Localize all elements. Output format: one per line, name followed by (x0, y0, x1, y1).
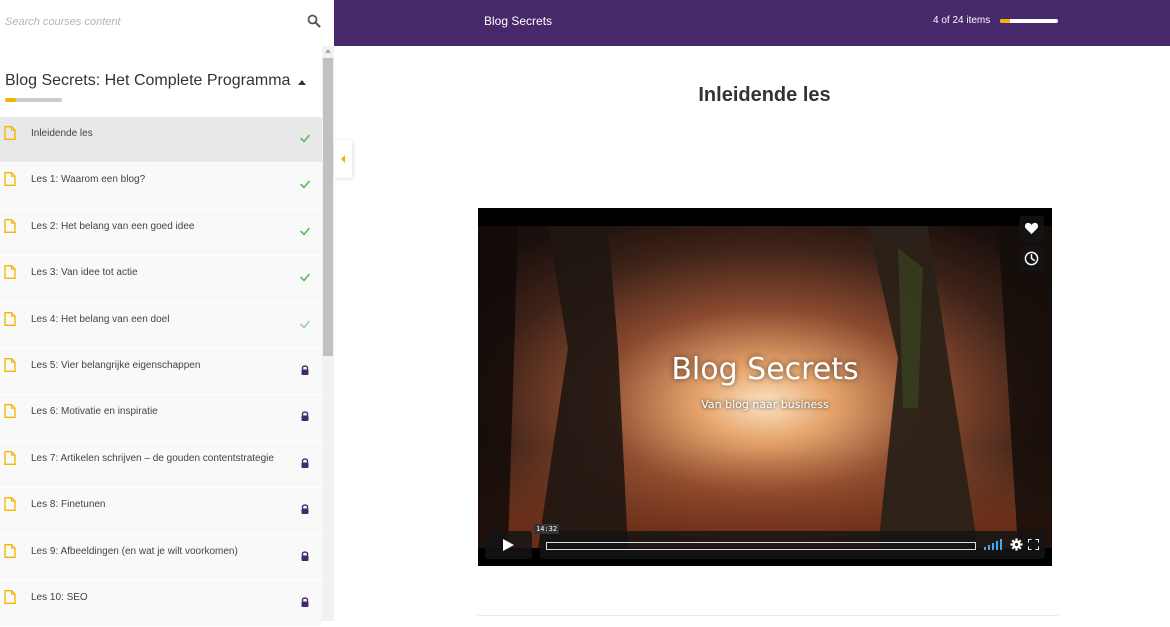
course-topbar: Blog Secrets 4 of 24 items (334, 0, 1170, 46)
lesson-item[interactable]: Les 4: Het belang van een doel (0, 302, 322, 349)
document-icon (4, 126, 16, 140)
section-title: Blog Secrets: Het Complete Programma (5, 72, 291, 89)
check-icon (300, 273, 310, 282)
collapse-caret-icon[interactable] (298, 80, 306, 85)
document-icon (4, 265, 16, 280)
lesson-label: Les 4: Het belang van een doel (31, 313, 170, 325)
document-icon (4, 172, 16, 187)
progress-count: 4 of 24 items (933, 15, 991, 26)
course-sidebar: Blog Secrets: Het Complete Programma Inl… (0, 0, 334, 627)
lesson-item[interactable]: Les 3: Van idee tot actie (0, 256, 322, 303)
course-progress-bar (1000, 19, 1058, 23)
volume-icon[interactable] (984, 539, 1002, 550)
search-bar (0, 0, 334, 46)
lesson-item[interactable]: Les 1: Waarom een blog? (0, 163, 322, 210)
clock-icon (1024, 251, 1039, 266)
document-icon (4, 589, 16, 604)
document-icon (4, 450, 16, 465)
video-player[interactable]: Blog Secrets Van blog naar business 14:3… (478, 208, 1052, 566)
check-icon (300, 320, 310, 329)
document-icon (4, 358, 16, 372)
sidebar-toggle-button[interactable] (334, 140, 352, 178)
video-timeline[interactable] (546, 542, 976, 550)
document-icon (4, 311, 16, 326)
check-icon (300, 181, 310, 190)
lesson-label: Les 2: Het belang van een goed idee (31, 220, 195, 232)
play-icon (503, 539, 514, 551)
sidebar-scrollbar[interactable] (322, 46, 334, 621)
heart-icon (1024, 222, 1039, 235)
scrollbar-thumb[interactable] (323, 58, 333, 356)
lock-icon (301, 458, 309, 468)
section-header[interactable]: Blog Secrets: Het Complete Programma (0, 46, 322, 117)
course-progress-fill (1000, 19, 1010, 23)
lesson-item[interactable]: Les 9: Afbeeldingen (en wat je wilt voor… (0, 534, 322, 581)
video-thumbnail (478, 226, 1052, 548)
document-icon (4, 543, 16, 558)
video-timecode: 14:32 (534, 524, 560, 534)
video-controls: 14:32 (485, 524, 1045, 560)
video-title: Blog Secrets (671, 352, 859, 387)
lock-icon (301, 597, 309, 607)
check-icon (300, 134, 310, 143)
lesson-label: Les 9: Afbeeldingen (en wat je wilt voor… (31, 545, 238, 557)
lock-icon (301, 365, 309, 375)
watch-later-button[interactable] (1019, 246, 1044, 271)
lesson-item[interactable]: Inleidende les (0, 117, 322, 164)
lesson-label: Les 1: Waarom een blog? (31, 174, 146, 186)
lesson-item[interactable]: Les 6: Motivatie en inspiratie (0, 395, 322, 442)
lesson-label: Les 10: SEO (31, 591, 88, 603)
search-icon[interactable] (307, 14, 321, 28)
lock-icon (301, 550, 309, 561)
lesson-label: Les 8: Finetunen (31, 499, 106, 511)
lesson-title: Inleidende les (698, 84, 831, 106)
control-bar (540, 531, 1045, 559)
lesson-label: Les 5: Vier belangrijke eigenschappen (31, 359, 201, 371)
lesson-item[interactable]: Les 7: Artikelen schrijven – de gouden c… (0, 441, 322, 489)
lesson-label: Les 6: Motivatie en inspiratie (31, 406, 158, 418)
lesson-item[interactable]: Les 2: Het belang van een goed idee (0, 209, 322, 257)
lesson-item[interactable]: Les 10: SEO (0, 580, 322, 627)
lesson-item[interactable]: Les 8: Finetunen (0, 488, 322, 535)
content-divider (478, 615, 1058, 616)
check-icon (300, 227, 310, 236)
gear-icon[interactable] (1010, 538, 1023, 551)
chevron-left-icon (341, 155, 345, 163)
fullscreen-icon[interactable] (1028, 539, 1039, 550)
lesson-item[interactable]: Les 5: Vier belangrijke eigenschappen (0, 348, 322, 396)
search-input[interactable] (5, 12, 295, 32)
play-button[interactable] (485, 531, 532, 559)
lesson-label: Les 3: Van idee tot actie (31, 267, 138, 279)
document-icon (4, 404, 16, 419)
like-button[interactable] (1019, 216, 1044, 241)
video-subtitle: Van blog naar business (701, 398, 829, 411)
document-icon (4, 497, 16, 512)
lock-icon (301, 411, 309, 422)
lesson-list: Inleidende les Les 1: Waarom een blog? Les… (0, 117, 322, 627)
lock-icon (301, 504, 309, 515)
lesson-label: Les 7: Artikelen schrijven – de gouden c… (31, 452, 274, 464)
course-name[interactable]: Blog Secrets (484, 14, 552, 28)
document-icon (4, 218, 16, 233)
section-progress-bar (5, 98, 62, 102)
lesson-label: Inleidende les (31, 128, 93, 139)
scroll-up-arrow-icon[interactable] (325, 49, 331, 53)
section-progress-fill (5, 98, 17, 102)
